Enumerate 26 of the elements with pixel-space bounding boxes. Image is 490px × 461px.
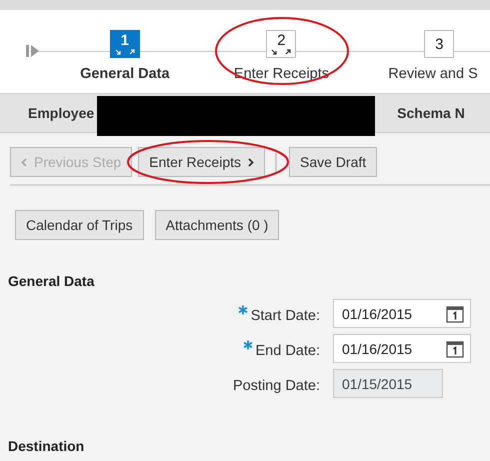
roadmap-step[interactable]: 1 — [110, 30, 140, 58]
toolbar-button[interactable]: Save Draft — [289, 147, 378, 177]
toolbar-button[interactable]: Enter Receipts — [138, 147, 265, 177]
roadmap-step[interactable]: 2 — [266, 30, 296, 58]
action-button[interactable]: Attachments (0 ) — [154, 210, 280, 240]
expand-arrows-icon — [271, 49, 292, 55]
date-field[interactable]: 01/16/2015 — [333, 334, 471, 363]
calendar-icon — [446, 340, 464, 358]
date-field[interactable]: 01/16/2015 — [333, 299, 471, 328]
chevron-right-icon — [248, 158, 254, 166]
schema-label: Schema N — [397, 105, 465, 121]
employee-label: Employee — [28, 105, 94, 121]
field-label: End Date: — [256, 343, 320, 359]
action-button[interactable]: Calendar of Trips — [15, 210, 144, 240]
expand-arrows-icon — [114, 49, 135, 55]
field-label: Posting Date: — [232, 378, 320, 394]
step-label[interactable]: Enter Receipts — [234, 66, 330, 82]
section-heading: Destination — [8, 438, 86, 454]
step-label[interactable]: Review and S — [388, 66, 478, 82]
field-label: Start Date: — [250, 308, 320, 324]
step-label[interactable]: General Data — [80, 66, 170, 82]
chevron-left-icon — [21, 158, 27, 166]
roadmap-start-icon — [26, 44, 40, 58]
calendar-icon — [446, 304, 464, 322]
roadmap-step[interactable]: 3 — [424, 30, 454, 58]
section-heading: General Data — [8, 273, 96, 289]
